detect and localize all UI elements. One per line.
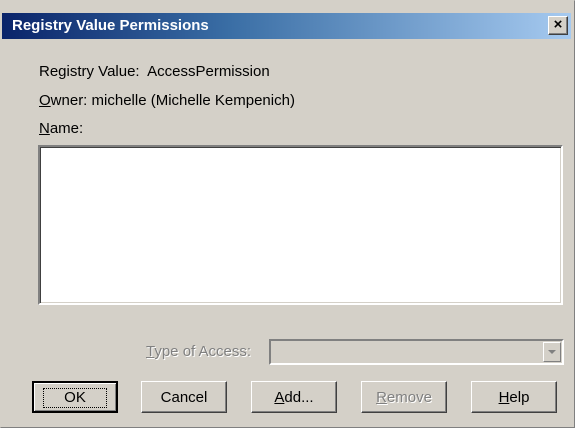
close-icon: × bbox=[553, 16, 563, 33]
remove-button[interactable]: Remove bbox=[361, 381, 447, 413]
registry-value-row: Registry Value: AccessPermission bbox=[39, 63, 270, 80]
type-of-access-label: Type of Access: bbox=[146, 343, 252, 360]
registry-value-label: Registry Value: bbox=[39, 63, 140, 80]
ok-button-label: OK bbox=[43, 387, 107, 408]
dropdown-button[interactable] bbox=[543, 342, 561, 362]
owner-row: Owner: michelle (Michelle Kempenich) bbox=[39, 92, 295, 109]
name-listbox[interactable] bbox=[38, 145, 563, 305]
close-button[interactable]: × bbox=[548, 16, 568, 35]
owner-label: Owner: bbox=[39, 92, 88, 109]
cancel-button[interactable]: Cancel bbox=[141, 381, 227, 413]
name-label: Name: bbox=[39, 120, 84, 137]
help-button[interactable]: Help bbox=[471, 381, 557, 413]
title-bar[interactable]: Registry Value Permissions × bbox=[2, 13, 571, 39]
owner-value: michelle (Michelle Kempenich) bbox=[91, 92, 295, 109]
dialog-title: Registry Value Permissions bbox=[12, 17, 209, 34]
registry-value-text: AccessPermission bbox=[147, 63, 270, 80]
registry-value-permissions-dialog: Registry Value Permissions × Registry Va… bbox=[0, 0, 575, 428]
ok-button[interactable]: OK bbox=[32, 381, 118, 413]
add-button[interactable]: Add... bbox=[251, 381, 337, 413]
type-of-access-select[interactable] bbox=[269, 339, 564, 365]
chevron-down-icon bbox=[548, 350, 556, 354]
